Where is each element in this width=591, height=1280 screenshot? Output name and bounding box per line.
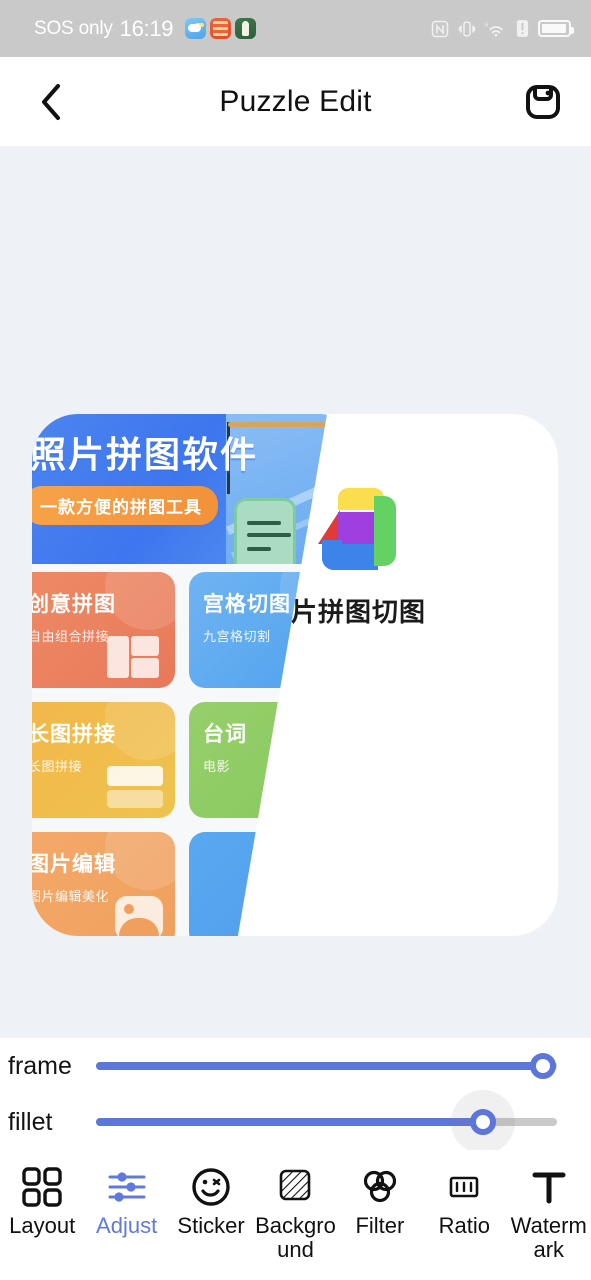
- tab-background-label: Background: [255, 1213, 336, 1262]
- tab-filter[interactable]: Filter: [338, 1150, 422, 1238]
- tab-ratio-label: Ratio: [438, 1213, 490, 1238]
- puzzle-app-logo-icon: [318, 488, 400, 570]
- status-bar-right: 6: [431, 19, 574, 38]
- tab-adjust-label: Adjust: [96, 1213, 158, 1238]
- svg-text:6: 6: [485, 22, 489, 28]
- fillet-slider-label: fillet: [8, 1107, 53, 1136]
- smiley-icon: [189, 1164, 233, 1210]
- frame-slider-thumb[interactable]: [530, 1053, 557, 1079]
- orange-app-icon: [210, 18, 232, 39]
- collage-grid-icon: [107, 636, 163, 678]
- aspect-ratio-icon: [442, 1164, 486, 1210]
- long-image-icon: [107, 766, 163, 810]
- tab-layout[interactable]: Layout: [0, 1150, 84, 1238]
- weather-app-icon: [185, 18, 207, 39]
- sim-alert-icon: [516, 19, 529, 38]
- battery-icon: [538, 20, 574, 37]
- slider-row-fillet: fillet: [0, 1090, 591, 1154]
- tab-sticker[interactable]: Sticker: [169, 1150, 253, 1238]
- three-circles-icon: [358, 1164, 402, 1210]
- collage: 照片拼图软件 一款方便的拼图工具 创意拼图 自由组合拼接 宫格切图 九宫格切割 …: [32, 414, 558, 936]
- hatch-square-icon: [273, 1164, 317, 1210]
- slider-row-frame: frame: [0, 1038, 591, 1094]
- hero-title: 照片拼图软件: [32, 434, 259, 475]
- save-button[interactable]: [519, 78, 567, 126]
- tab-layout-label: Layout: [9, 1213, 76, 1238]
- vibrate-icon: [458, 20, 476, 38]
- frame-slider-fill: [96, 1062, 544, 1070]
- fillet-slider[interactable]: [82, 1090, 557, 1154]
- grid-layout-icon: [20, 1164, 64, 1210]
- save-icon: [526, 84, 560, 119]
- wifi-6-icon: 6: [485, 20, 507, 38]
- text-t-icon: [527, 1164, 571, 1210]
- tab-filter-label: Filter: [355, 1213, 405, 1238]
- title-bar: Puzzle Edit: [0, 57, 591, 146]
- sliders-icon: [105, 1164, 149, 1210]
- tab-sticker-label: Sticker: [177, 1213, 245, 1238]
- tab-watermark-label: Watermark: [510, 1213, 587, 1262]
- tab-adjust[interactable]: Adjust: [84, 1150, 168, 1238]
- feature-card: 图片编辑 图片编辑美化: [32, 832, 175, 936]
- page-title: Puzzle Edit: [219, 84, 372, 118]
- bottom-tab-bar: Layout Adjust Sticker Background Filter …: [0, 1150, 591, 1280]
- tab-watermark[interactable]: Watermark: [507, 1150, 591, 1262]
- green-app-icon: [235, 18, 257, 39]
- feature-card: 长图拼接 长图拼接: [32, 702, 175, 818]
- hero-document-icon: [234, 498, 296, 564]
- hero-pill-label: 一款方便的拼图工具: [32, 486, 218, 525]
- fillet-slider-fill: [96, 1118, 484, 1126]
- fillet-slider-thumb[interactable]: [470, 1109, 497, 1135]
- tab-background[interactable]: Background: [253, 1150, 337, 1262]
- frame-slider-label: frame: [8, 1051, 72, 1080]
- tab-ratio[interactable]: Ratio: [422, 1150, 506, 1238]
- puzzle-canvas[interactable]: 照片拼图软件 一款方便的拼图工具 创意拼图 自由组合拼接 宫格切图 九宫格切割 …: [0, 146, 591, 1038]
- app-root: SOS only 16:19 6 Puzzle Edit 照片拼图软件 一款方便…: [0, 0, 591, 1280]
- carrier-label: SOS only: [34, 17, 113, 39]
- nfc-icon: [431, 20, 449, 38]
- clock-label: 16:19: [119, 15, 174, 41]
- status-bar: SOS only 16:19 6: [0, 0, 591, 57]
- notification-app-icons: [185, 18, 257, 39]
- frame-slider[interactable]: [82, 1038, 557, 1094]
- photo-edit-icon: [115, 896, 163, 936]
- status-bar-left: SOS only 16:19: [34, 15, 257, 42]
- adjust-sliders-panel: frame fillet: [0, 1038, 591, 1154]
- feature-card: 创意拼图 自由组合拼接: [32, 572, 175, 688]
